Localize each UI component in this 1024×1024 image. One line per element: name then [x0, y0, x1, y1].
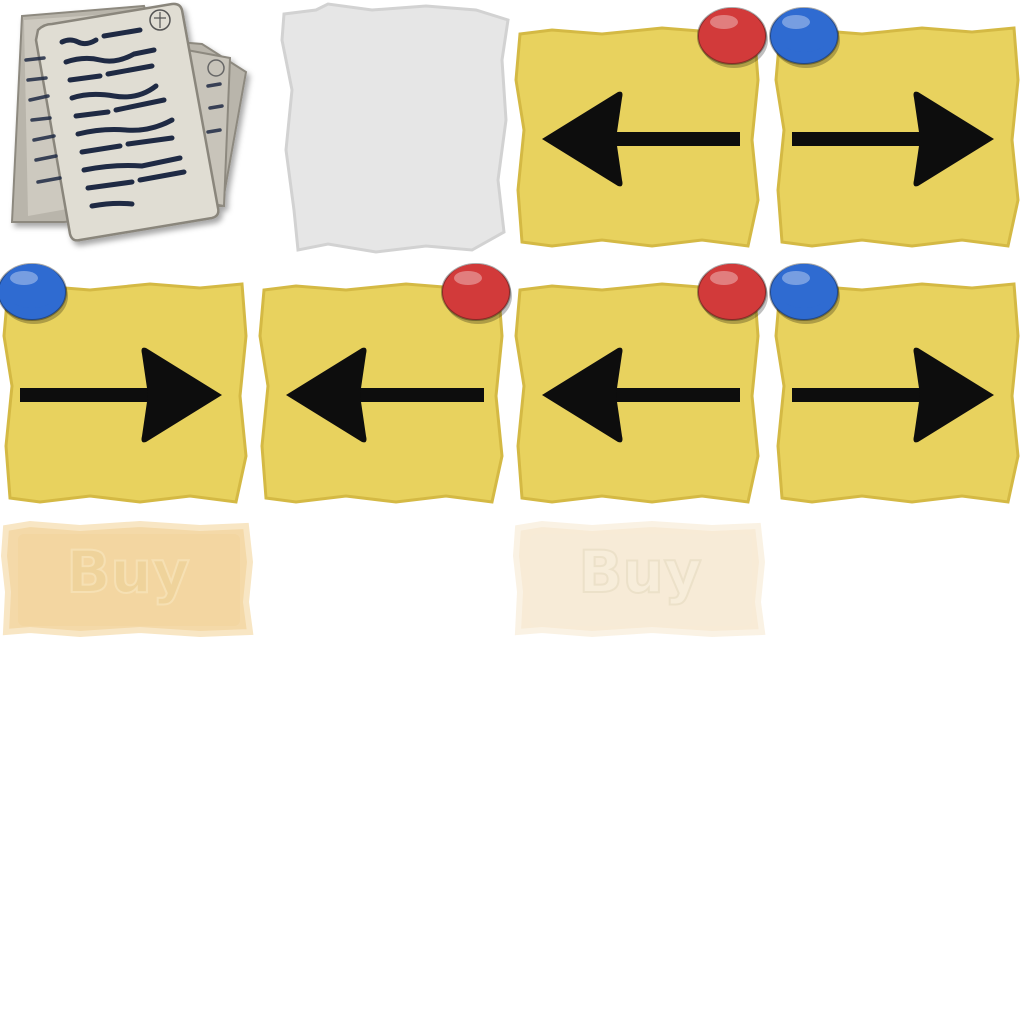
sticky-note-left-arrow-red-pin[interactable] — [256, 256, 512, 504]
sticky-note-graphic — [769, 7, 1020, 248]
sticky-note-graphic — [514, 7, 768, 248]
buy-button[interactable]: Buy — [0, 512, 256, 640]
sticky-note-graphic — [769, 263, 1020, 504]
sticky-note-graphic — [258, 263, 512, 504]
sticky-note-right-arrow-blue-pin[interactable] — [769, 256, 1024, 504]
sticky-note-left-arrow-red-pin[interactable] — [512, 0, 768, 248]
sticky-note-right-arrow-blue-pin[interactable] — [769, 0, 1024, 248]
buy-button-label: Buy — [578, 538, 701, 606]
sprite-atlas: Buy Buy — [0, 0, 1024, 1024]
buy-button-label: Buy — [66, 538, 189, 606]
document-stack-icon — [4, 0, 252, 246]
sticky-note-right-arrow-blue-pin[interactable] — [0, 256, 252, 504]
blue-pushpin-icon — [0, 263, 68, 324]
sticky-note-graphic — [0, 263, 248, 504]
sticky-note-left-arrow-red-pin[interactable] — [512, 256, 768, 504]
blank-paper-sheet — [276, 0, 516, 256]
buy-button-disabled: Buy — [512, 512, 768, 640]
sticky-note-graphic — [514, 263, 768, 504]
